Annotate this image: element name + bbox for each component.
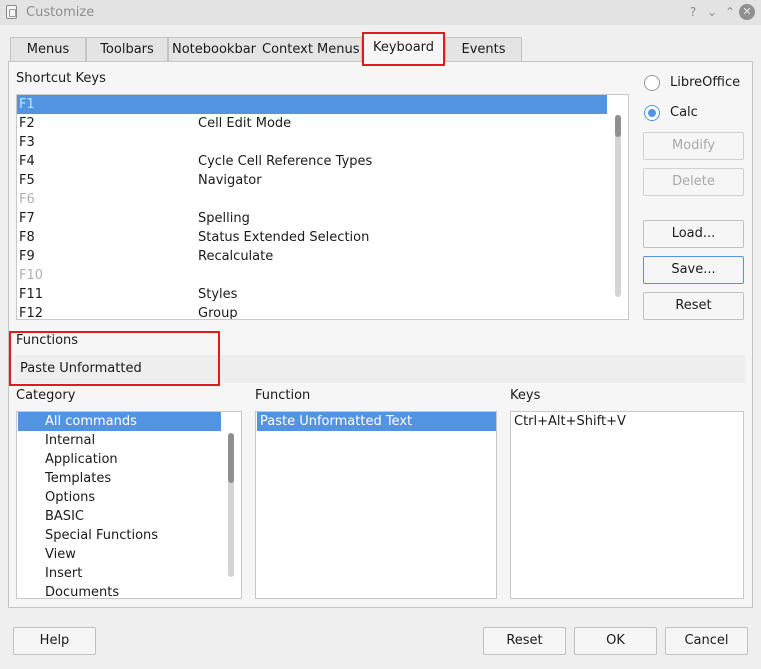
table-row[interactable]: F7 Spelling (17, 209, 607, 228)
libreoffice-radio-label[interactable]: LibreOffice (670, 75, 740, 90)
table-row[interactable]: F10 (17, 266, 607, 285)
shortcut-keys-label: Shortcut Keys (16, 71, 106, 86)
tab-context-menus[interactable]: Context Menus (258, 37, 362, 62)
table-row[interactable]: F1 (17, 95, 607, 114)
calc-radio-label[interactable]: Calc (670, 105, 698, 120)
window-title: Customize (26, 5, 95, 20)
list-item[interactable]: View (17, 545, 76, 564)
modify-button[interactable]: Modify (643, 132, 744, 160)
list-item[interactable]: Ctrl+Alt+Shift+V (511, 412, 626, 431)
app-icon (6, 5, 17, 19)
help-icon[interactable]: ? (684, 2, 702, 22)
category-list[interactable]: All commands Internal Application Templa… (16, 411, 242, 599)
tab-menus[interactable]: Menus (10, 37, 86, 62)
calc-radio[interactable] (644, 105, 660, 121)
shortcut-function: Navigator (198, 173, 262, 188)
table-row[interactable]: F5 Navigator (17, 171, 607, 190)
shortcut-key: F10 (19, 268, 44, 283)
table-row[interactable]: F4 Cycle Cell Reference Types (17, 152, 607, 171)
keyboard-tab-highlight (362, 32, 445, 66)
shortcut-key: F3 (19, 135, 35, 150)
minimize-icon[interactable]: ⌄ (703, 2, 721, 22)
shortcut-keys-list[interactable]: F1 F2 Cell Edit Mode F3 F4 Cycle Cell Re… (16, 94, 629, 320)
shortcut-function: Status Extended Selection (198, 230, 370, 245)
shortcut-function: Spelling (198, 211, 250, 226)
table-row[interactable]: F9 Recalculate (17, 247, 607, 266)
help-button[interactable]: Help (13, 627, 96, 655)
shortcut-key: F4 (19, 154, 35, 169)
cancel-button[interactable]: Cancel (665, 627, 748, 655)
function-label: Function (255, 388, 311, 403)
table-row[interactable]: F11 Styles (17, 285, 607, 304)
maximize-icon[interactable]: ⌃ (721, 2, 739, 22)
shortcut-key: F8 (19, 230, 35, 245)
tab-toolbars[interactable]: Toolbars (86, 37, 168, 62)
shortcut-keys-scrollbar[interactable] (615, 115, 621, 297)
list-item[interactable]: Documents (17, 583, 119, 598)
keys-label: Keys (510, 388, 541, 403)
category-scrollbar[interactable] (228, 433, 234, 577)
table-row[interactable]: F2 Cell Edit Mode (17, 114, 607, 133)
shortcut-function: Cell Edit Mode (198, 116, 292, 131)
shortcut-key: F2 (19, 116, 35, 131)
load-button[interactable]: Load... (643, 220, 744, 248)
table-row[interactable]: F8 Status Extended Selection (17, 228, 607, 247)
shortcut-function: Recalculate (198, 249, 274, 264)
list-item[interactable]: Application (17, 450, 118, 469)
shortcut-key: F1 (19, 97, 35, 112)
shortcut-key: F11 (19, 287, 44, 302)
title-bar: Customize ? ⌄ ⌃ ✕ (0, 0, 761, 25)
table-row[interactable]: F3 (17, 133, 607, 152)
functions-highlight (9, 331, 220, 386)
delete-button[interactable]: Delete (643, 168, 744, 196)
scrollbar-thumb[interactable] (228, 433, 234, 483)
save-button[interactable]: Save... (643, 256, 744, 284)
table-row[interactable]: F12 Group (17, 304, 607, 320)
list-item[interactable]: Special Functions (17, 526, 158, 545)
list-item[interactable]: Insert (17, 564, 82, 583)
reset-keys-button[interactable]: Reset (643, 292, 744, 320)
shortcut-function: Cycle Cell Reference Types (198, 154, 373, 169)
shortcut-key: F5 (19, 173, 35, 188)
tab-notebookbar[interactable]: Notebookbar (168, 37, 258, 62)
list-item[interactable]: Templates (17, 469, 111, 488)
shortcut-key: F6 (19, 192, 35, 207)
list-item[interactable]: Options (17, 488, 95, 507)
list-item[interactable]: BASIC (17, 507, 84, 526)
scrollbar-thumb[interactable] (615, 115, 621, 137)
shortcut-key: F7 (19, 211, 35, 226)
shortcut-key: F9 (19, 249, 35, 264)
table-row[interactable]: F6 (17, 190, 607, 209)
libreoffice-radio[interactable] (644, 75, 660, 91)
list-item[interactable]: Paste Unformatted Text (257, 412, 496, 431)
tab-events[interactable]: Events (445, 37, 522, 62)
close-icon[interactable]: ✕ (739, 4, 755, 20)
ok-button[interactable]: OK (574, 627, 657, 655)
keys-list[interactable]: Ctrl+Alt+Shift+V (510, 411, 744, 599)
list-item[interactable]: Internal (17, 431, 95, 450)
category-label: Category (16, 388, 76, 403)
list-item[interactable]: All commands (18, 412, 221, 431)
shortcut-function: Group (198, 306, 238, 320)
shortcut-key: F12 (19, 306, 44, 320)
shortcut-function: Styles (198, 287, 238, 302)
reset-button[interactable]: Reset (483, 627, 566, 655)
function-list[interactable]: Paste Unformatted Text (255, 411, 497, 599)
